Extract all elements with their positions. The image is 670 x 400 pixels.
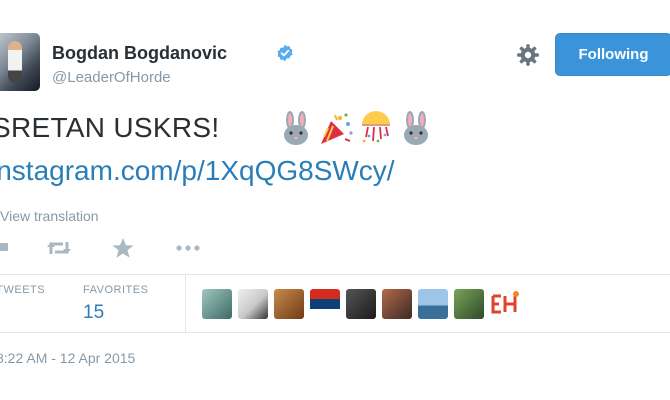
favorite-star-icon[interactable] [112, 236, 134, 260]
stats-top-divider [0, 274, 670, 275]
tweet-timestamp[interactable]: 8:22 AM - 12 Apr 2015 [0, 350, 135, 366]
tweet-link[interactable]: instagram.com/p/1XqQG8SWcy/ [0, 155, 395, 187]
more-icon[interactable] [175, 236, 201, 260]
reply-icon[interactable] [0, 236, 8, 260]
author-avatar[interactable] [0, 33, 40, 91]
rabbit-icon [404, 111, 428, 145]
retweet-icon[interactable] [46, 236, 72, 260]
stats-bottom-divider [0, 332, 670, 333]
following-button[interactable]: Following [555, 33, 670, 76]
author-handle[interactable]: @LeaderOfHorde [52, 69, 171, 86]
favoriter-logo-icon [491, 291, 519, 314]
favoriter-avatar[interactable] [382, 289, 412, 319]
view-translation-label: View translation [0, 208, 99, 224]
favoriter-avatar[interactable] [454, 289, 484, 319]
tweet-text: SRETAN USKRS! [0, 112, 220, 143]
confetti-ball-icon [362, 111, 390, 143]
rabbit-icon [284, 111, 308, 145]
favoriter-avatar[interactable] [490, 289, 520, 319]
retweets-label[interactable]: RETWEETS [0, 284, 45, 296]
author-display-name[interactable]: Bogdan Bogdanovic [52, 43, 227, 64]
party-popper-icon [321, 113, 353, 144]
favoriter-avatar[interactable] [346, 289, 376, 319]
gear-icon[interactable] [516, 43, 540, 67]
stats-vertical-divider [185, 275, 186, 333]
view-translation-link[interactable]: View translation [0, 208, 99, 224]
favoriter-avatar[interactable] [238, 289, 268, 319]
favoriter-avatar[interactable] [310, 289, 340, 319]
favorites-label[interactable]: FAVORITES [83, 284, 148, 296]
favorites-count[interactable]: 15 [83, 302, 104, 324]
favoriter-avatar[interactable] [202, 289, 232, 319]
verified-badge-icon [277, 44, 293, 62]
favoriter-avatar[interactable] [274, 289, 304, 319]
favoriter-avatar[interactable] [418, 289, 448, 319]
